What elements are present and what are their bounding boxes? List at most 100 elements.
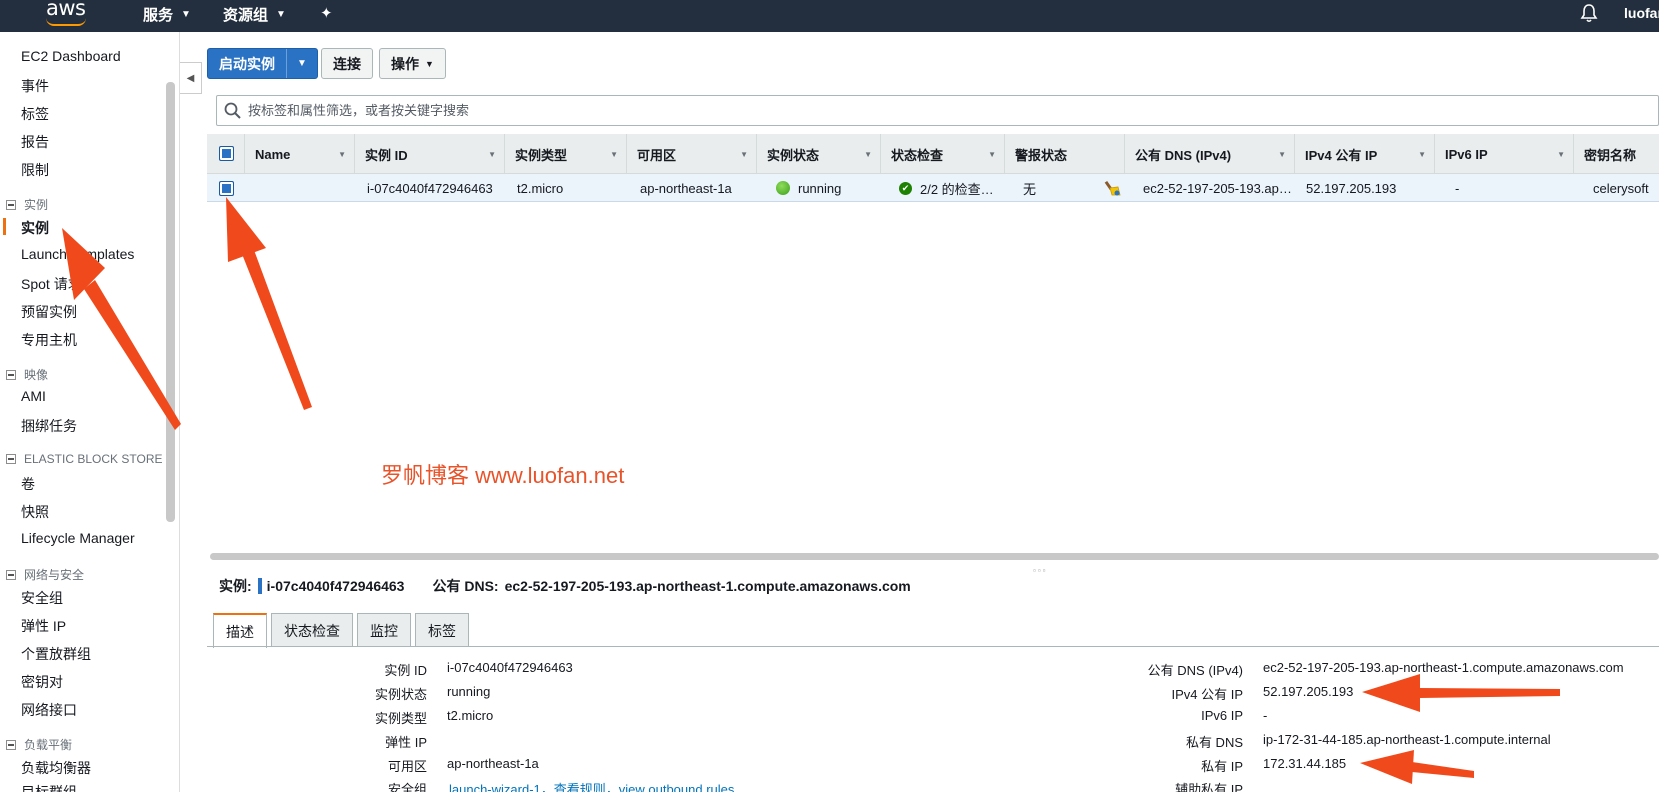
chevron-down-icon[interactable]: ▼ [287,58,317,69]
tab-status-checks[interactable]: 状态检查 [271,613,353,647]
sort-icon[interactable]: ▼ [740,150,748,159]
checkbox-icon [219,180,234,196]
sidebar-scrollbar[interactable] [166,82,175,522]
collapse-icon[interactable] [6,454,16,464]
sidebar-item-spot-requests[interactable]: Spot 请求 [21,274,82,294]
collapse-icon[interactable] [6,369,16,380]
dns-header-value: ec2-52-197-205-193.ap-northeast-1.comput… [504,578,911,594]
cell-status-checks[interactable]: ✔ 2/2 的检查… [899,174,994,202]
search-input[interactable] [248,103,1548,118]
detail-key: 安全组 [387,782,427,792]
column-header-instance-id[interactable]: 实例 ID ▼ [354,134,504,174]
cell-alarm-action[interactable] [1104,174,1122,202]
actions-button[interactable]: 操作 ▼ [379,48,446,79]
column-header-ipv4-public-ip[interactable]: IPv4 公有 IP ▼ [1294,134,1434,174]
sidebar-item-dedicated-hosts[interactable]: 专用主机 [21,330,77,350]
launch-instance-button[interactable]: 启动实例 ▼ [207,48,318,79]
sidebar-section-load-balancing[interactable]: 负载平衡 [6,736,72,753]
status-check-text: 2/2 的检查… [920,181,994,197]
services-menu[interactable]: 服务 ▼ [143,4,191,25]
select-all-checkbox[interactable] [219,146,234,161]
sidebar-section-ebs[interactable]: ELASTIC BLOCK STORE [6,452,163,466]
sidebar-item-key-pairs[interactable]: 密钥对 [21,672,63,692]
user-menu[interactable]: luofan [1624,5,1659,21]
sidebar-item-tags[interactable]: 标签 [21,104,49,124]
horizontal-scrollbar[interactable] [210,553,1659,560]
sidebar-section-instances[interactable]: 实例 [6,196,48,213]
filter-search-box[interactable] [216,95,1659,126]
sidebar-item-network-interfaces[interactable]: 网络接口 [21,700,77,720]
sort-icon[interactable]: ▼ [1278,150,1286,159]
column-header-public-dns[interactable]: 公有 DNS (IPv4) ▼ [1124,134,1294,174]
tab-monitoring[interactable]: 监控 [357,613,411,647]
detail-key: 私有 IP [1201,759,1243,774]
column-header-key-name[interactable]: 密钥名称 [1573,134,1659,174]
chevron-down-icon: ▼ [181,9,191,20]
table-row[interactable]: i-07c4040f472946463 t2.micro ap-northeas… [207,174,1659,202]
column-header-name[interactable]: Name ▼ [244,134,354,174]
sidebar-item-instances[interactable]: 实例 [21,218,49,238]
cell-key-name: celerysoft [1593,180,1649,196]
sidebar-item-volumes[interactable]: 卷 [21,474,35,494]
sidebar-item-elastic-ips[interactable]: 弹性 IP [21,616,66,636]
column-header-availability-zone[interactable]: 可用区 ▼ [626,134,756,174]
aws-logo-smile [46,18,86,26]
tab-tags[interactable]: 标签 [415,613,469,647]
cell-availability-zone: ap-northeast-1a [640,180,732,196]
aws-logo[interactable]: aws [46,0,86,20]
sidebar-item-security-groups[interactable]: 安全组 [21,588,63,608]
column-header-instance-state[interactable]: 实例状态 ▼ [756,134,880,174]
pin-icon[interactable]: ✦ [320,4,333,22]
sidebar-item-lifecycle-manager[interactable]: Lifecycle Manager [21,530,135,546]
detail-key: IPv4 公有 IP [1171,687,1243,702]
tab-description[interactable]: 描述 [213,613,267,648]
detail-value: - [1263,708,1268,723]
column-header-ipv6-ip[interactable]: IPv6 IP ▼ [1434,134,1573,174]
sidebar-item-limits[interactable]: 限制 [21,160,49,180]
collapse-icon[interactable] [6,739,16,750]
sidebar-item-snapshots[interactable]: 快照 [21,502,49,522]
instances-table: Name ▼ 实例 ID ▼ 实例类型 ▼ 可用区 ▼ 实例状态 ▼ 状态检查 ▼ 警报状态… [207,134,1659,202]
sort-icon[interactable]: ▼ [338,150,346,159]
detail-key: 私有 DNS [1185,735,1243,750]
sort-icon[interactable]: ▼ [488,150,496,159]
collapse-icon[interactable] [6,569,16,580]
bell-icon[interactable] [1580,3,1598,23]
sort-icon[interactable]: ▼ [1418,150,1426,159]
sidebar-item-load-balancers[interactable]: 负载均衡器 [21,758,91,778]
sort-icon[interactable]: ▼ [864,150,872,159]
sidebar-item-reports[interactable]: 报告 [21,132,49,152]
sort-icon[interactable]: ▼ [610,150,618,159]
column-header-alarm-status[interactable]: 警报状态 [1004,134,1124,174]
sort-icon[interactable]: ▼ [1557,150,1565,159]
sort-icon[interactable]: ▼ [988,150,996,159]
sidebar-item-target-groups[interactable]: 目标群组 [21,782,77,792]
sidebar-item-placement-groups[interactable]: 个置放群组 [21,644,91,664]
column-label: 实例类型 [515,147,568,163]
column-header-status-checks[interactable]: 状态检查 ▼ [880,134,1004,174]
panel-resize-handle[interactable]: ▫▫▫ [1033,566,1048,575]
row-checkbox[interactable] [219,174,234,202]
security-group-links[interactable]: launch-wizard-1，查看规则，view outbound rules [449,779,734,792]
section-title: ELASTIC BLOCK STORE [24,452,163,466]
sidebar-item-bundle-tasks[interactable]: 捆绑任务 [21,416,77,436]
sidebar-item-ec2-dashboard[interactable]: EC2 Dashboard [21,48,121,64]
sidebar-item-launch-templates[interactable]: Launch Templates [21,246,134,262]
sidebar-item-reserved-instances[interactable]: 预留实例 [21,302,77,322]
cell-instance-type: t2.micro [517,180,564,196]
section-title: 映像 [24,368,49,382]
sidebar-section-images[interactable]: 映像 [6,366,48,383]
checkbox-icon [219,146,234,161]
sidebar-section-network-security[interactable]: 网络与安全 [6,566,84,583]
resource-groups-menu[interactable]: 资源组 ▼ [223,4,286,25]
sidebar-item-events[interactable]: 事件 [21,76,49,96]
chevron-down-icon: ▼ [425,58,434,69]
connect-button[interactable]: 连接 [321,48,373,79]
dns-label: 公有 DNS: [432,578,499,594]
services-label: 服务 [143,7,174,24]
sidebar-item-ami[interactable]: AMI [21,388,46,404]
detail-key: 实例类型 [374,711,427,726]
sidebar-toggle-button[interactable]: ◀ [180,62,202,94]
column-header-instance-type[interactable]: 实例类型 ▼ [504,134,626,174]
collapse-icon[interactable] [6,199,16,210]
